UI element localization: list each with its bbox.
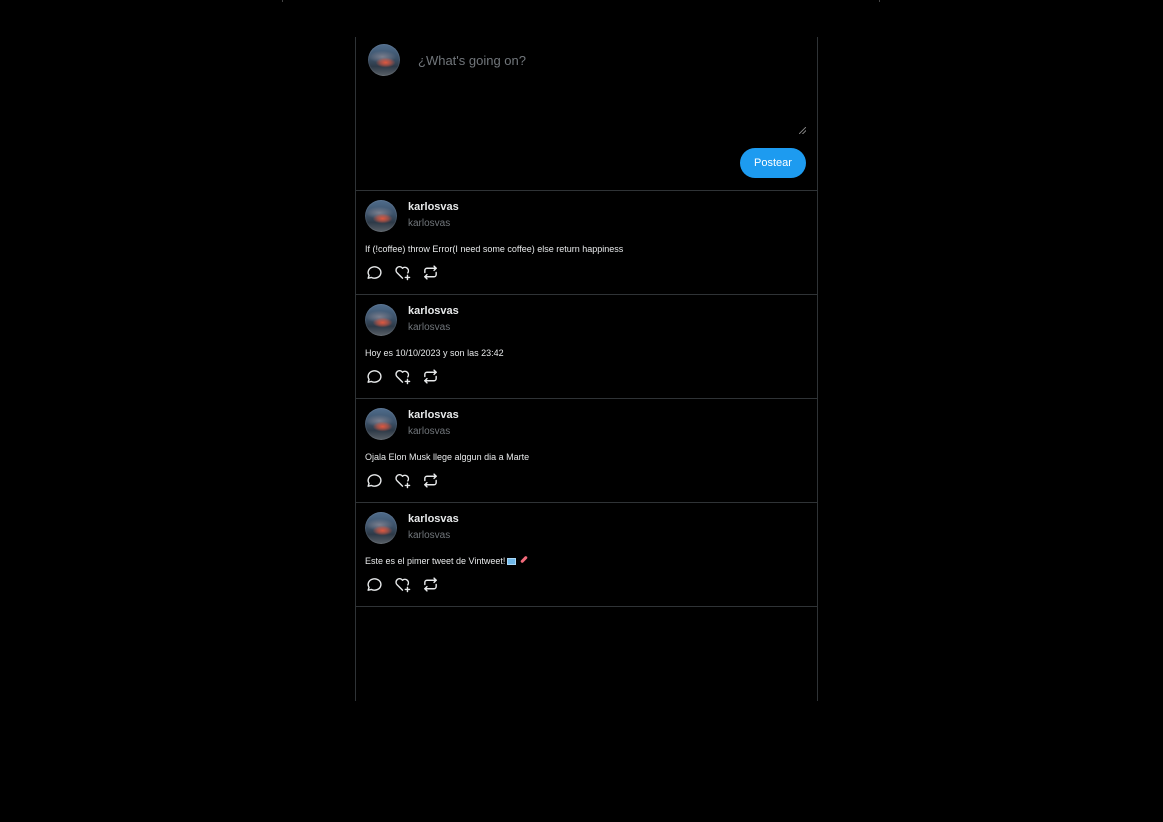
comment-icon bbox=[367, 369, 382, 383]
tweet-text: Hoy es 10/10/2023 y son las 23:42 bbox=[365, 348, 504, 358]
tweet-actions bbox=[366, 263, 439, 281]
tweet-actions bbox=[366, 367, 439, 385]
tweet-display-name[interactable]: karlosvas bbox=[408, 201, 459, 213]
retweet-button[interactable] bbox=[422, 264, 439, 281]
tweet-item: karlosvas karlosvas Este es el pimer twe… bbox=[356, 503, 817, 607]
avatar[interactable] bbox=[365, 304, 397, 336]
reply-button[interactable] bbox=[366, 368, 383, 385]
resize-handle-icon[interactable] bbox=[799, 127, 806, 134]
tweet-text: If (!coffee) throw Error(I need some cof… bbox=[365, 244, 623, 254]
tweet-display-name[interactable]: karlosvas bbox=[408, 513, 459, 525]
reply-button[interactable] bbox=[366, 264, 383, 281]
tweet-text-content: Ojala Elon Musk llege alggun dia a Marte bbox=[365, 452, 530, 462]
tweet-text: Este es el pimer tweet de Vintweet! bbox=[365, 556, 527, 566]
reply-button[interactable] bbox=[366, 472, 383, 489]
retweet-icon bbox=[424, 264, 437, 280]
tweet-handle: karlosvas bbox=[408, 218, 451, 229]
tweet-handle: karlosvas bbox=[408, 322, 451, 333]
tweet-display-name[interactable]: karlosvas bbox=[408, 409, 459, 421]
like-button[interactable] bbox=[394, 576, 411, 593]
like-button[interactable] bbox=[394, 368, 411, 385]
heart-plus-icon bbox=[395, 369, 411, 384]
reply-button[interactable] bbox=[366, 576, 383, 593]
tweet-item: karlosvas karlosvas Hoy es 10/10/2023 y … bbox=[356, 295, 817, 399]
tweet-item: karlosvas karlosvas Ojala Elon Musk lleg… bbox=[356, 399, 817, 503]
tweet-item: karlosvas karlosvas If (!coffee) throw E… bbox=[356, 191, 817, 295]
computer-emoji-icon bbox=[507, 558, 517, 565]
heart-plus-icon bbox=[395, 577, 411, 592]
rocket-emoji-icon bbox=[518, 556, 527, 565]
tweet-text: Ojala Elon Musk llege alggun dia a Marte bbox=[365, 452, 529, 462]
tweet-text-content: Hoy es 10/10/2023 y son las 23:42 bbox=[365, 348, 504, 358]
post-button[interactable]: Postear bbox=[740, 148, 806, 178]
retweet-icon bbox=[424, 472, 437, 488]
avatar[interactable] bbox=[365, 408, 397, 440]
heart-plus-icon bbox=[395, 473, 411, 488]
tweet-display-name[interactable]: karlosvas bbox=[408, 305, 459, 317]
comment-icon bbox=[367, 577, 382, 591]
tweet-handle: karlosvas bbox=[408, 426, 451, 437]
retweet-icon bbox=[424, 368, 437, 384]
tweet-actions bbox=[366, 575, 439, 593]
like-button[interactable] bbox=[394, 472, 411, 489]
comment-icon bbox=[367, 473, 382, 487]
retweet-button[interactable] bbox=[422, 472, 439, 489]
tweet-handle: karlosvas bbox=[408, 530, 451, 541]
retweet-icon bbox=[424, 576, 437, 592]
compose-input[interactable] bbox=[412, 47, 806, 135]
retweet-button[interactable] bbox=[422, 368, 439, 385]
avatar[interactable] bbox=[365, 512, 397, 544]
avatar[interactable] bbox=[365, 200, 397, 232]
comment-icon bbox=[367, 265, 382, 279]
heart-plus-icon bbox=[395, 265, 411, 280]
avatar bbox=[368, 44, 400, 76]
top-edge-mark-right bbox=[879, 0, 880, 2]
like-button[interactable] bbox=[394, 264, 411, 281]
retweet-button[interactable] bbox=[422, 576, 439, 593]
tweet-text-content: Este es el pimer tweet de Vintweet! bbox=[365, 556, 506, 566]
tweet-actions bbox=[366, 471, 439, 489]
tweet-text-content: If (!coffee) throw Error(I need some cof… bbox=[365, 244, 624, 254]
feed-column: Postear karlosvas karlosvas If (!coffee)… bbox=[355, 37, 818, 701]
tweet-composer: Postear bbox=[356, 37, 817, 191]
top-edge-mark-left bbox=[282, 0, 283, 2]
